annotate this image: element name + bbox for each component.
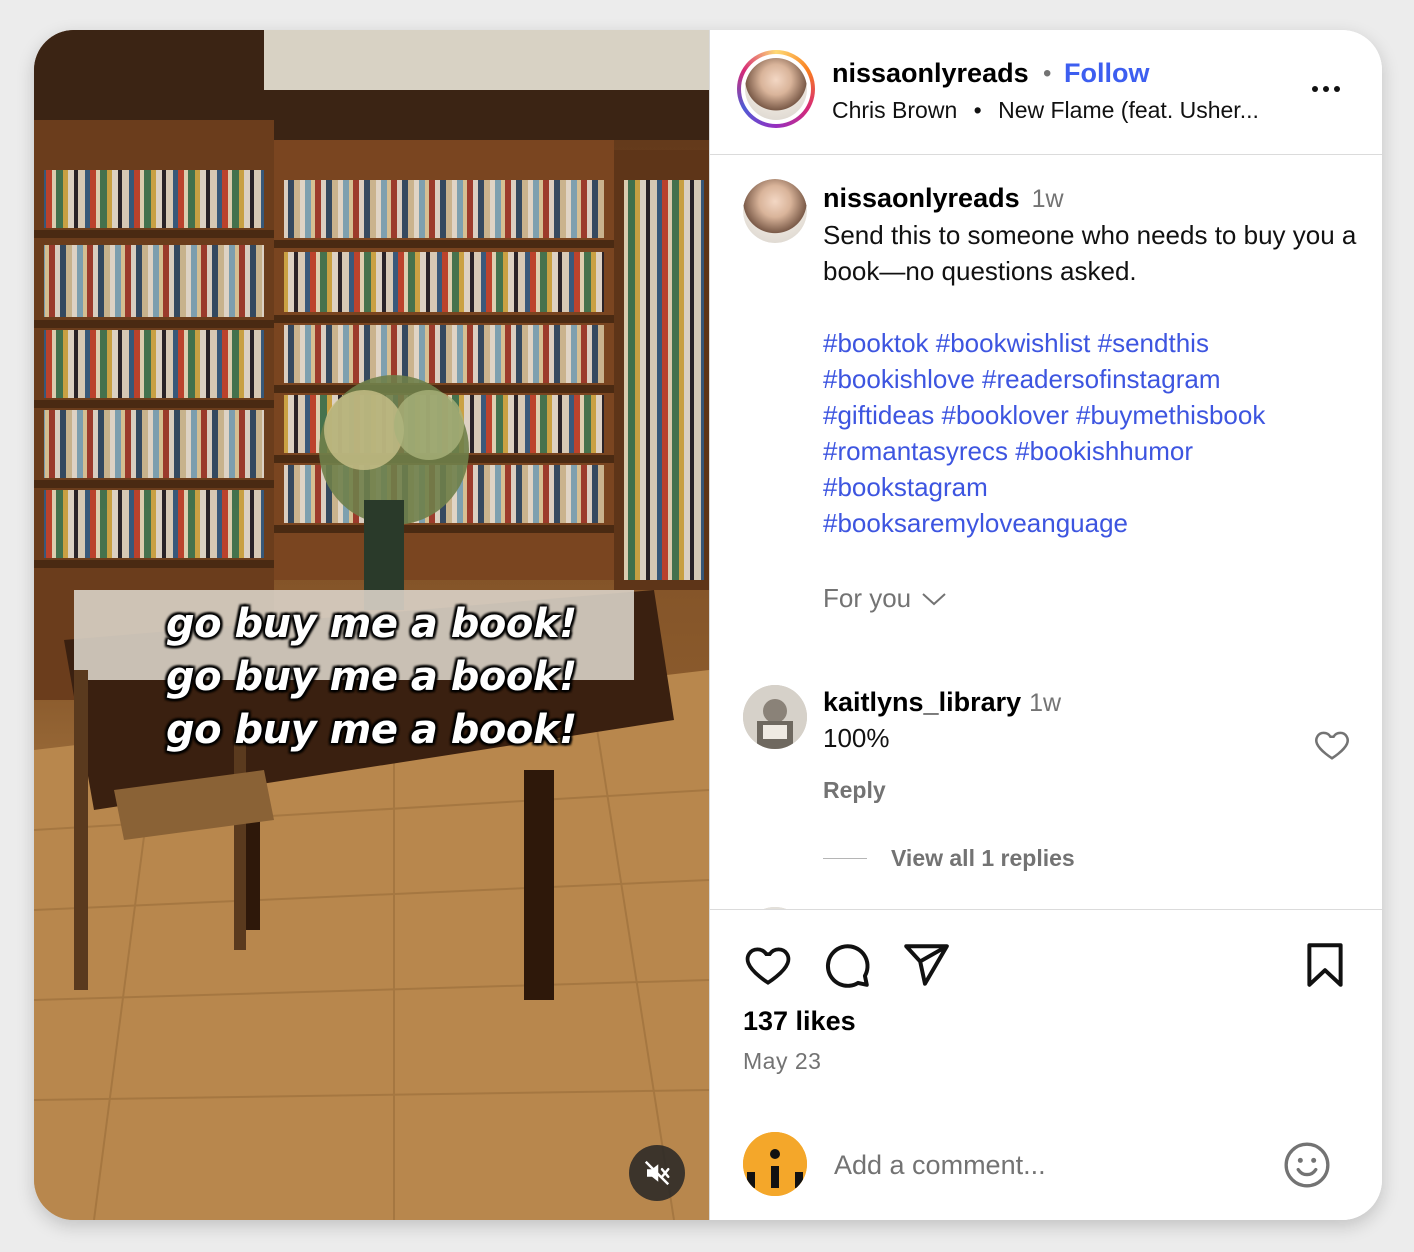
post-actions: 137 likes May 23: [710, 909, 1382, 1110]
divider: [823, 858, 867, 859]
audio-artist: Chris Brown: [832, 97, 958, 123]
add-comment-bar: [710, 1120, 1382, 1220]
author-avatar-story-ring[interactable]: [737, 50, 815, 128]
hashtag-link[interactable]: #bookwishlist: [936, 328, 1091, 358]
avatar: [745, 58, 807, 120]
follow-button[interactable]: Follow: [1064, 58, 1149, 89]
hashtag-link[interactable]: #bookishhumor: [1015, 436, 1193, 466]
post-video[interactable]: go buy me a book! go buy me a book! go b…: [34, 30, 709, 1220]
like-count[interactable]: 137 likes: [743, 1006, 856, 1037]
bookmark-icon[interactable]: [1300, 940, 1350, 990]
hashtags: #booktok #bookwishlist #sendthis #bookis…: [823, 325, 1363, 541]
comment-filter-dropdown[interactable]: For you: [823, 583, 947, 614]
comment-input[interactable]: [832, 1142, 1276, 1188]
mute-button[interactable]: [629, 1145, 685, 1201]
like-heart-icon[interactable]: [743, 940, 793, 990]
more-options-button[interactable]: [1300, 74, 1352, 104]
hashtag-link[interactable]: #buymethisbook: [1076, 400, 1265, 430]
post-header: nissaonlyreads • Follow Chris Brown • Ne…: [710, 30, 1382, 155]
overlay-line: go buy me a book!: [166, 707, 577, 753]
hashtag-link[interactable]: #sendthis: [1098, 328, 1209, 358]
hashtag-link[interactable]: #bookstagram: [823, 472, 988, 502]
comment-username-row: kaitlyns_library 1w: [823, 687, 1061, 718]
comment-username[interactable]: kaitlyns_library: [823, 687, 1021, 717]
share-icon[interactable]: [901, 940, 951, 990]
reply-button[interactable]: Reply: [823, 777, 886, 804]
audio-info[interactable]: Chris Brown • New Flame (feat. Usher...: [832, 97, 1259, 124]
like-comment-heart-icon[interactable]: [1313, 725, 1351, 763]
commenter-avatar[interactable]: [743, 685, 807, 749]
caption-username[interactable]: nissaonlyreads: [823, 183, 1020, 213]
filter-label: For you: [823, 583, 912, 613]
hashtag-link[interactable]: #booktok: [823, 328, 929, 358]
author-username[interactable]: nissaonlyreads: [832, 58, 1029, 89]
view-replies-button[interactable]: View all 1 replies: [823, 845, 1075, 872]
video-overlay-text: go buy me a book! go buy me a book! go b…: [166, 598, 626, 757]
overlay-line: go buy me a book!: [166, 601, 577, 647]
avatar: [743, 685, 807, 749]
caption-username-row: nissaonlyreads 1w: [823, 183, 1064, 214]
comment-text: 100%: [823, 723, 890, 753]
hashtag-link[interactable]: #bookishlove: [823, 364, 975, 394]
chevron-down-icon: [922, 592, 946, 605]
hashtag-link[interactable]: #booklover: [942, 400, 1069, 430]
mute-icon: [644, 1160, 670, 1186]
caption-avatar[interactable]: [743, 179, 807, 243]
avatar: [743, 179, 807, 243]
post-date[interactable]: May 23: [743, 1048, 821, 1075]
more-icon: [1312, 86, 1318, 92]
audio-track: New Flame (feat. Usher...: [998, 97, 1259, 123]
caption-time: 1w: [1031, 185, 1064, 213]
audio-bullet: •: [973, 97, 982, 123]
caption-text: Send this to someone who needs to buy yo…: [823, 220, 1357, 286]
hashtag-link[interactable]: #romantasyrecs: [823, 436, 1008, 466]
overlay-line: go buy me a book!: [166, 654, 577, 700]
emoji-icon[interactable]: [1282, 1140, 1332, 1190]
post-dialog: go buy me a book! go buy me a book! go b…: [34, 30, 1382, 1220]
hashtag-link[interactable]: #readersofinstagram: [982, 364, 1220, 394]
post-side-panel: nissaonlyreads • Follow Chris Brown • Ne…: [709, 30, 1382, 1220]
comment-icon[interactable]: [822, 940, 872, 990]
hashtag-link[interactable]: #booksaremyloveanguage: [823, 508, 1128, 538]
separator-dot: •: [1043, 60, 1052, 87]
comment-time: 1w: [1029, 689, 1062, 717]
comments-scroll-area[interactable]: nissaonlyreads 1w Send this to someone wh…: [710, 155, 1382, 909]
hashtag-link[interactable]: #giftideas: [823, 400, 934, 430]
view-replies-label: View all 1 replies: [891, 845, 1075, 871]
current-user-avatar[interactable]: [743, 1132, 807, 1196]
